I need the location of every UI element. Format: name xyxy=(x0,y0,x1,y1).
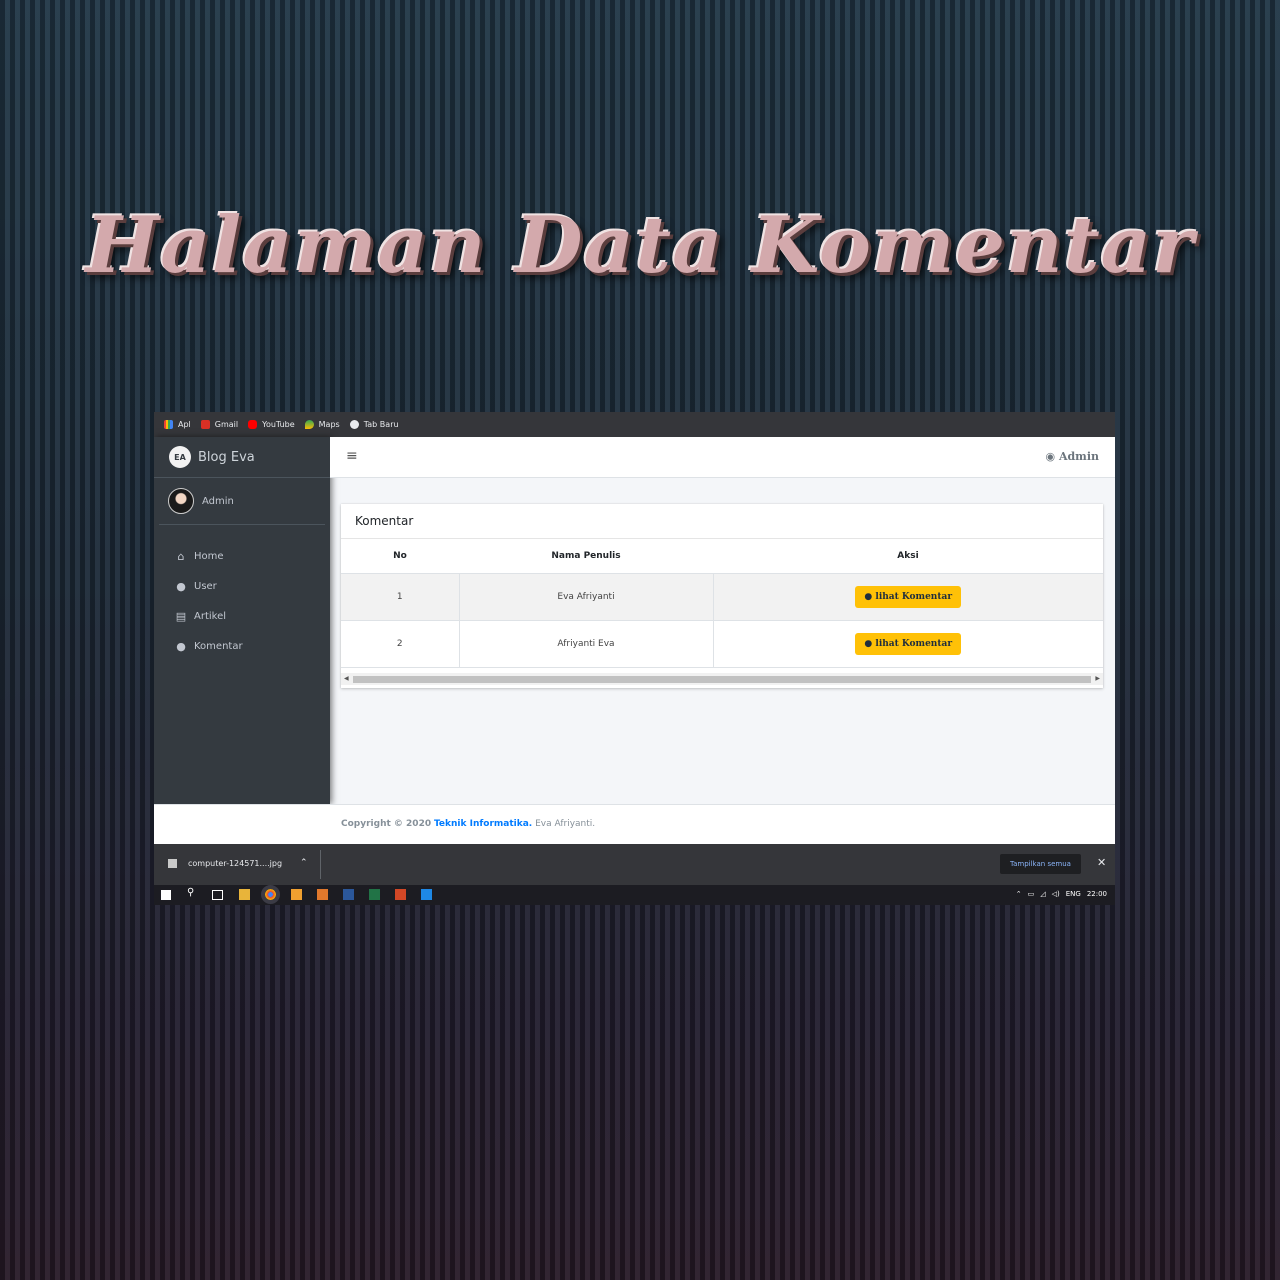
powerpoint-icon[interactable] xyxy=(395,889,406,900)
home-icon: ⌂ xyxy=(177,549,185,563)
page-footer: Copyright © 2020 Teknik Informatika. Eva… xyxy=(154,804,1115,845)
table-scrollbar[interactable]: ◀ ▶ xyxy=(341,673,1103,685)
cell-nama: Eva Afriyanti xyxy=(459,573,714,621)
avatar xyxy=(168,488,194,514)
search-icon[interactable]: ⚲ xyxy=(187,887,198,898)
app-icon[interactable] xyxy=(421,889,432,900)
cell-no: 2 xyxy=(341,620,460,668)
header-user-label: Admin xyxy=(1058,450,1099,463)
gmail-icon xyxy=(200,420,210,429)
user-circle-icon: ◉ xyxy=(1045,450,1059,463)
sidebar-item-user[interactable]: ● User xyxy=(154,571,330,601)
bookmark-maps[interactable]: Maps xyxy=(304,420,340,429)
wifi-icon[interactable]: ◿ xyxy=(1040,890,1045,898)
bookmark-label: Tab Baru xyxy=(363,420,399,429)
windows-start-icon[interactable] xyxy=(161,890,171,900)
hamburger-icon[interactable]: ≡ xyxy=(346,448,358,464)
globe-icon xyxy=(349,420,359,429)
task-view-icon[interactable] xyxy=(212,890,223,900)
user-panel[interactable]: Admin xyxy=(159,478,325,525)
footer-copyright: Copyright © 2020 xyxy=(341,819,432,829)
cell-aksi: ● lihat Komentar xyxy=(713,620,1103,668)
user-name: Admin xyxy=(202,495,234,507)
battery-icon[interactable]: ▭ xyxy=(1028,890,1035,898)
brand-text: Blog Eva xyxy=(198,449,255,465)
column-header-no: No xyxy=(341,539,459,574)
table-header-row: No Nama Penulis Aksi xyxy=(341,539,1103,574)
button-label: lihat Komentar xyxy=(875,592,953,602)
column-header-nama: Nama Penulis xyxy=(459,539,713,574)
cell-aksi: ● lihat Komentar xyxy=(713,573,1103,621)
download-filename: computer-124571....jpg xyxy=(188,859,283,868)
app-icon[interactable] xyxy=(317,889,328,900)
sidebar-item-label: Artikel xyxy=(194,610,227,622)
card-title: Komentar xyxy=(341,504,1103,539)
button-label: lihat Komentar xyxy=(875,639,953,649)
sidebar-item-artikel[interactable]: ▤ Artikel xyxy=(154,601,330,631)
youtube-icon xyxy=(248,420,258,429)
sidebar-item-label: Home xyxy=(194,550,224,562)
scroll-left-icon[interactable]: ◀ xyxy=(344,675,349,682)
footer-author: Eva Afriyanti. xyxy=(535,819,596,829)
komentar-table: No Nama Penulis Aksi 1 Eva Afriyanti ● l… xyxy=(341,539,1103,668)
brand-link[interactable]: EA Blog Eva xyxy=(154,437,330,478)
sidebar-item-label: Komentar xyxy=(194,640,243,652)
table-row: 2 Afriyanti Eva ● lihat Komentar xyxy=(341,620,1103,668)
lihat-komentar-button[interactable]: ● lihat Komentar xyxy=(855,586,962,608)
comment-icon: ● xyxy=(864,592,876,602)
bookmark-gmail[interactable]: Gmail xyxy=(200,420,239,429)
bookmark-label: YouTube xyxy=(262,420,295,429)
download-bar: computer-124571....jpg ⌃ Tampilkan semua… xyxy=(154,844,1115,885)
file-explorer-icon[interactable] xyxy=(239,889,250,900)
sidebar-item-home[interactable]: ⌂ Home xyxy=(154,541,330,571)
close-icon[interactable]: ✕ xyxy=(1097,856,1106,869)
cell-nama: Afriyanti Eva xyxy=(459,620,714,668)
clock[interactable]: 22:00 xyxy=(1087,890,1107,898)
chrome-icon[interactable] xyxy=(261,885,280,904)
app-icon[interactable] xyxy=(291,889,302,900)
column-header-aksi: Aksi xyxy=(713,539,1103,574)
system-tray: ⌃ ▭ ◿ ◁) ENG 22:00 xyxy=(1016,890,1107,898)
download-item[interactable]: computer-124571....jpg xyxy=(168,859,282,868)
chevron-up-icon[interactable]: ⌃ xyxy=(1016,890,1022,898)
footer-link[interactable]: Teknik Informatika. xyxy=(434,819,532,829)
bookmark-tab-baru[interactable]: Tab Baru xyxy=(349,420,399,429)
comment-icon: ● xyxy=(176,639,186,653)
table-row: 1 Eva Afriyanti ● lihat Komentar xyxy=(341,573,1103,621)
bookmarks-bar: Apl Gmail YouTube Maps Tab Baru xyxy=(154,412,1115,437)
sidebar-item-komentar[interactable]: ● Komentar xyxy=(154,631,330,661)
header-user-menu[interactable]: ◉ Admin xyxy=(1046,450,1099,463)
word-icon[interactable] xyxy=(343,889,354,900)
browser-screenshot: Apl Gmail YouTube Maps Tab Baru EA Blog … xyxy=(154,412,1115,905)
bookmark-label: Apl xyxy=(178,420,191,429)
komentar-card: Komentar No Nama Penulis Aksi 1 Eva Afri… xyxy=(341,504,1103,688)
bookmark-apl[interactable]: Apl xyxy=(164,420,191,429)
comment-icon: ● xyxy=(864,639,876,649)
sidebar: EA Blog Eva Admin ⌂ Home ● User ▤ Artike… xyxy=(154,437,330,804)
brand-logo: EA xyxy=(169,446,191,468)
bookmark-label: Gmail xyxy=(214,420,239,429)
sidebar-item-label: User xyxy=(194,580,217,592)
maps-pin-icon xyxy=(304,420,314,429)
bookmark-youtube[interactable]: YouTube xyxy=(248,420,295,429)
scroll-thumb[interactable] xyxy=(353,676,1091,683)
divider xyxy=(320,850,321,879)
image-file-icon xyxy=(168,859,177,868)
apps-grid-icon xyxy=(164,420,173,429)
top-navbar: ≡ ◉ Admin xyxy=(330,437,1115,478)
chevron-up-icon[interactable]: ⌃ xyxy=(300,858,308,868)
show-all-button[interactable]: Tampilkan semua xyxy=(1000,854,1081,874)
sidebar-nav: ⌂ Home ● User ▤ Artikel ● Komentar xyxy=(154,525,330,661)
bookmark-label: Maps xyxy=(318,420,340,429)
language-indicator[interactable]: ENG xyxy=(1066,890,1081,898)
user-icon: ● xyxy=(176,579,186,593)
volume-icon[interactable]: ◁) xyxy=(1052,890,1060,898)
excel-icon[interactable] xyxy=(369,889,380,900)
scroll-right-icon[interactable]: ▶ xyxy=(1095,675,1100,682)
windows-taskbar: ⚲ ⌃ ▭ ◿ ◁) ENG 22:00 xyxy=(154,885,1115,905)
banner-title: Halaman Data Komentar xyxy=(85,200,1195,291)
cell-no: 1 xyxy=(341,573,460,621)
lihat-komentar-button[interactable]: ● lihat Komentar xyxy=(855,633,962,655)
book-icon: ▤ xyxy=(175,609,187,623)
